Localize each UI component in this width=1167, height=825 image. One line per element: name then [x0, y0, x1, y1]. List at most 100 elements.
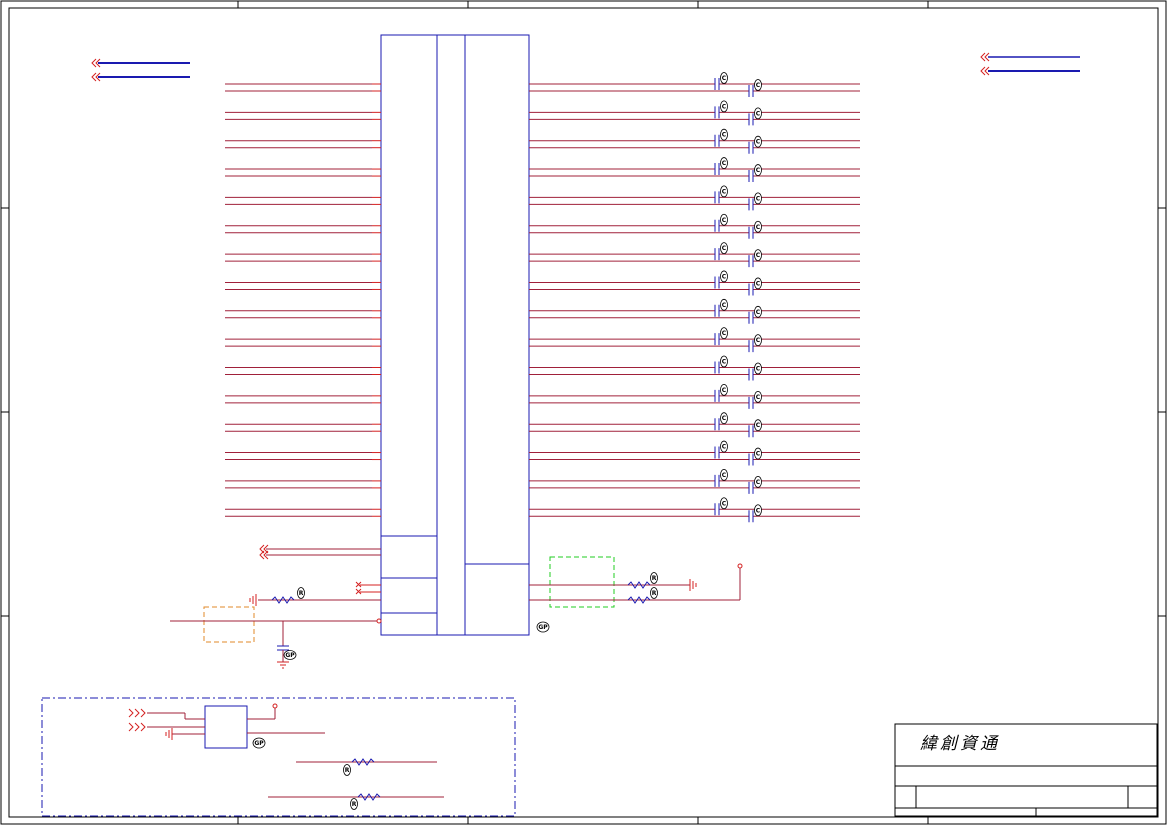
- capacitor-badge: C: [754, 305, 762, 318]
- coupling-pair: CC: [529, 213, 860, 239]
- power-pin-icon: [272, 703, 278, 709]
- capacitor-badge-text: C: [722, 500, 727, 507]
- capacitor-badge-text: C: [756, 451, 761, 458]
- offpage-arrow-icon: [980, 52, 990, 62]
- capacitor-badge-text: C: [756, 394, 761, 401]
- svg-text:GP: GP: [254, 740, 264, 747]
- coupling-pair: CC: [529, 383, 860, 409]
- capacitor-badge: C: [754, 135, 762, 148]
- resistor-badge: R: [650, 572, 658, 584]
- bus-arrows-right: [980, 52, 1080, 76]
- capacitor-badge: C: [720, 355, 728, 368]
- gp-badge: GP: [536, 621, 550, 633]
- resistor-badge: R: [343, 764, 351, 776]
- capacitor-badge-text: C: [756, 479, 761, 486]
- capacitor-badge: C: [720, 100, 728, 113]
- capacitor-badge: C: [720, 185, 728, 198]
- capacitor-badge-text: C: [722, 415, 727, 422]
- capacitor-badge-text: C: [722, 302, 727, 309]
- connector-ic: [380, 34, 530, 636]
- capacitor-badge-text: C: [756, 224, 761, 231]
- ground-icon: [249, 594, 257, 606]
- capacitor-badge: C: [754, 475, 762, 488]
- capacitor-badge-text: C: [722, 330, 727, 337]
- capacitor-badge-text: C: [722, 132, 727, 139]
- svg-text:GP: GP: [538, 624, 548, 631]
- capacitor-badge: C: [720, 213, 728, 226]
- ground-icon: [689, 579, 697, 591]
- capacitor-badge: C: [720, 270, 728, 283]
- ground-icon: [165, 728, 173, 740]
- svg-text:GP: GP: [285, 652, 295, 659]
- coupling-pair: CC: [529, 298, 860, 324]
- coupling-pair: CC: [529, 412, 860, 438]
- capacitor-badge-text: C: [756, 422, 761, 429]
- capacitor-badge-text: C: [722, 245, 727, 252]
- capacitor-badge-text: C: [722, 160, 727, 167]
- capacitor-badge-text: C: [756, 139, 761, 146]
- capacitor-badge-text: C: [722, 359, 727, 366]
- bus-arrows-left: [91, 58, 190, 82]
- coupling-pair: CC: [529, 72, 860, 97]
- capacitor-badge: C: [754, 390, 762, 403]
- gp-badge: GP: [283, 650, 297, 660]
- capacitor-badge: C: [720, 157, 728, 169]
- orange-group-box: [203, 606, 255, 643]
- resistor-badge: R: [650, 587, 658, 599]
- gp-badge: GP: [252, 737, 266, 749]
- capacitor-badge: C: [720, 440, 728, 453]
- ground-icon: [277, 661, 289, 669]
- lower-left-nets: R GP: [170, 544, 382, 669]
- coupling-pair: CC: [529, 100, 860, 126]
- capacitor-badge: C: [754, 220, 762, 233]
- capacitor-badge: C: [754, 334, 762, 347]
- capacitor-badge: C: [754, 192, 762, 205]
- schematic-sheet: CCCCCCCCCCCCCCCCCCCCCCCCCCCCCCCC R GP GP…: [0, 0, 1167, 825]
- capacitor-badge-text: C: [722, 273, 727, 280]
- coupling-pair: CC: [529, 497, 860, 523]
- capacitor-badge: C: [720, 412, 728, 425]
- right-ac-coupling-rows: CCCCCCCCCCCCCCCCCCCCCCCCCCCCCCCC: [529, 72, 860, 523]
- coupling-pair: CC: [529, 270, 860, 296]
- svg-text:R: R: [652, 575, 657, 582]
- offpage-arrow-icon: [128, 708, 146, 718]
- capacitor-badge: C: [720, 298, 728, 311]
- bottom-left-block: GP R R: [41, 697, 516, 817]
- small-ic-body: [204, 705, 248, 749]
- svg-text:R: R: [652, 590, 657, 597]
- capacitor-badge-text: C: [756, 195, 761, 202]
- left-signal-wires: [225, 83, 381, 517]
- power-pin-icon: [737, 563, 743, 569]
- capacitor-badge-text: C: [722, 217, 727, 224]
- blue-group-box: [41, 697, 516, 817]
- lower-right-nets: R R: [529, 556, 743, 608]
- capacitor-badge-text: C: [722, 75, 727, 82]
- capacitor-badge-text: C: [722, 188, 727, 195]
- outer-border: [0, 0, 1167, 825]
- capacitor-badge: C: [754, 164, 762, 176]
- capacitor-badge: C: [754, 249, 762, 262]
- capacitor-badge-text: C: [756, 280, 761, 287]
- coupling-pair: CC: [529, 440, 860, 466]
- inner-border: [8, 7, 1159, 818]
- capacitor-badge-text: C: [756, 309, 761, 316]
- capacitor-badge-text: C: [756, 110, 761, 117]
- capacitor-badge-text: C: [722, 444, 727, 451]
- capacitor-badge-text: C: [722, 103, 727, 110]
- coupling-pair: CC: [529, 355, 860, 381]
- capacitor-badge-text: C: [756, 167, 761, 174]
- capacitor-badge: C: [754, 277, 762, 290]
- offpage-arrow-icon: [980, 66, 990, 76]
- capacitor-badge: C: [720, 383, 728, 396]
- coupling-pair: CC: [529, 157, 860, 183]
- capacitor-badge: C: [720, 468, 728, 481]
- capacitor-badge: C: [754, 447, 762, 460]
- capacitor-badge-text: C: [756, 82, 761, 89]
- capacitor-badge-text: C: [722, 387, 727, 394]
- zone-ticks: [1, 1, 1166, 824]
- capacitor-badge: C: [720, 242, 728, 255]
- resistor-badge: R: [297, 587, 305, 599]
- sheet-frame: [0, 0, 1167, 825]
- svg-text:R: R: [352, 801, 357, 808]
- coupling-pair: CC: [529, 242, 860, 268]
